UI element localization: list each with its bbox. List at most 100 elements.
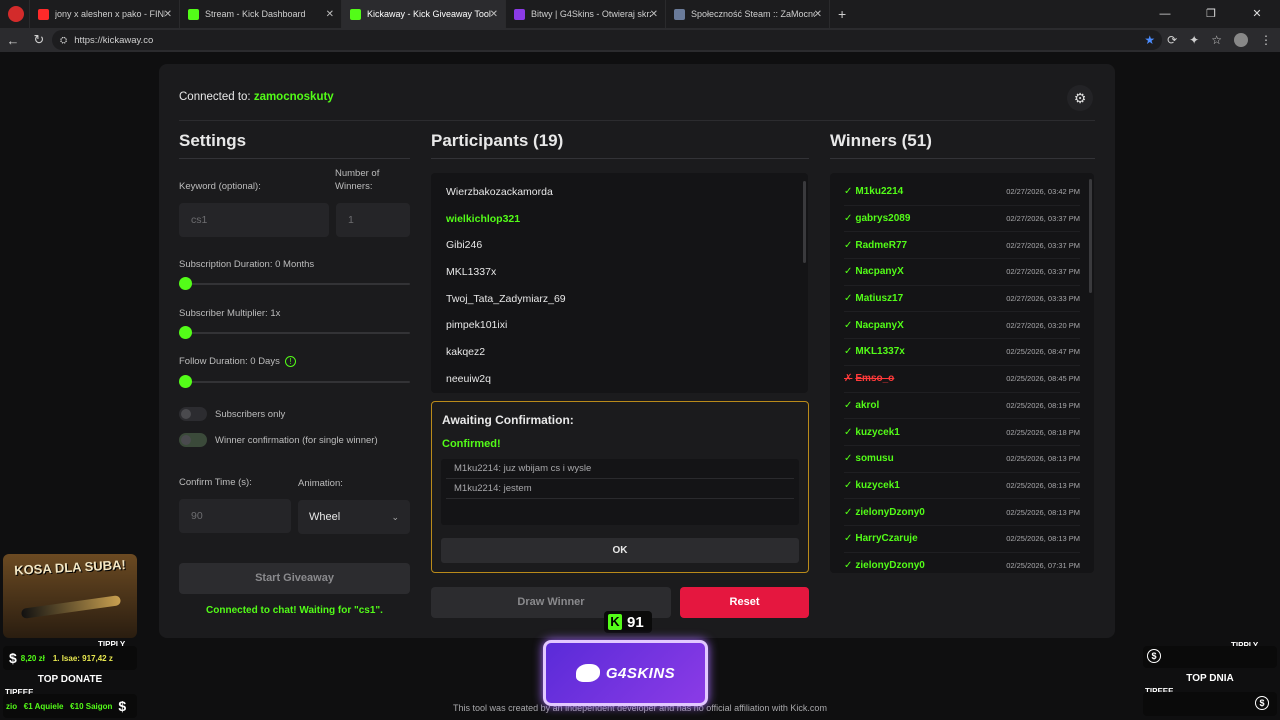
promo-image: KOSA DLA SUBA! [3,554,137,638]
animation-label: Animation: [298,478,343,489]
start-giveaway-button[interactable]: Start Giveaway [179,563,410,594]
settings-divider [179,158,410,159]
info-icon[interactable]: ! [284,355,296,367]
check-icon: ✓ [844,266,853,278]
subscribers-only-toggle[interactable] [179,407,207,421]
winner-name: kuzycek1 [855,479,900,491]
browser-tab[interactable]: Społeczność Steam :: ZaMocnoSk ✕ [666,0,830,28]
winner-name: gabrys2089 [855,213,911,225]
participant-row[interactable]: MKL1337x [431,259,808,286]
participants-list[interactable]: Wierzbakozackamorda wielkichlop321 Gibi246… [431,173,808,393]
winner-name: RadmeR77 [855,239,908,251]
subscribers-only-label: Subscribers only [215,409,286,420]
participant-row[interactable]: Twoj_Tata_Zadymiarz_69 [431,286,808,313]
check-icon: ✓ [844,506,853,518]
gear-icon[interactable]: ⚙ [1067,85,1093,111]
more-menu-icon[interactable]: ⋮ [1260,33,1272,47]
browser-tab[interactable]: Bitwy | G4Skins - Otwieraj skrzynki✕ [506,0,666,28]
participant-row[interactable]: Wierzbakozackamorda [431,179,808,206]
winner-date: 02/25/2026, 07:31 PM [1006,560,1080,570]
participants-title: Participants (19) [431,131,564,150]
connection-status: Connected to: zamocnoskuty [179,91,334,103]
wolf-logo-icon [575,664,600,682]
site-info-icon[interactable]: ⛭ [60,35,67,46]
winner-date: 02/25/2026, 08:13 PM [1006,507,1080,517]
back-icon[interactable]: ← [0,33,26,48]
tab-favicon-icon [514,8,525,20]
participant-row[interactable]: kakqez2 [431,339,808,366]
minimize-button[interactable]: — [1142,0,1188,28]
new-tab-button[interactable]: + [830,0,854,28]
top-donate-title: TOP DONATE [37,674,103,685]
confirmation-status: Confirmed! [442,438,501,450]
bookmark-star-icon[interactable]: ★ [1144,33,1155,47]
check-icon: ✓ [844,293,853,305]
follow-duration-text: Follow Duration: 0 Days [179,356,280,367]
browser-menu-button[interactable] [0,0,30,28]
participants-scrollbar[interactable] [803,181,806,263]
winners-list[interactable]: ✓ M1ku2214 02/27/2026, 03:42 PM ✓ gabrys2089… [830,173,1094,573]
winner-date: 02/25/2026, 08:45 PM [1006,374,1080,384]
close-tab-icon[interactable]: ✕ [814,9,822,20]
sub-multiplier-slider[interactable] [179,326,410,339]
favorites-icon[interactable]: ☆ [1211,33,1222,47]
winner-name: kuzycek1 [855,426,900,438]
promo-caption: KOSA DLA SUBA! [13,557,127,578]
extensions-puzzle-icon[interactable]: ✦ [1189,33,1199,47]
participant-row[interactable]: Gibi246 [431,232,808,259]
participant-row[interactable]: wielkichlop321 [431,206,808,233]
winner-date: 02/25/2026, 08:13 PM [1006,480,1080,490]
extension-icon[interactable]: ⟳ [1167,33,1177,47]
close-window-button[interactable]: ✕ [1234,0,1280,28]
top-day-title: TOP DNIA [1186,673,1234,684]
sub-duration-slider[interactable] [179,277,410,290]
follow-duration-label: Follow Duration: 0 Days! [179,355,296,368]
check-icon: ✓ [844,213,853,225]
ok-button[interactable]: OK [441,538,799,563]
connected-username: zamocnoskuty [253,91,334,103]
toolbar-icons: ★ ⟳ ✦ ☆ ⋮ [1144,28,1272,52]
chat-message: M1ku2214: jestem [446,479,794,499]
follow-duration-slider[interactable] [179,375,410,388]
reload-icon[interactable]: ↻ [26,32,52,48]
browser-tab[interactable]: jony x aleshen x pako - FINEZ ✕ [30,0,180,28]
dollar-icon: $ [118,698,127,714]
winner-name: HarryCzaruje [855,533,918,545]
winner-name: zielonyDzony0 [855,506,925,518]
address-bar-row: ← ↻ ⛭ https://kickaway.co ★ ⟳ ✦ ☆ ⋮ [0,28,1280,52]
winner-date: 02/27/2026, 03:37 PM [1006,240,1080,250]
url-field[interactable]: ⛭ https://kickaway.co [52,30,1162,50]
stream-overlay-left: KOSA DLA SUBA! TIPPLY $ 8,20 zł 1. Isae:… [3,554,137,720]
maximize-button[interactable]: ❐ [1188,0,1234,28]
winners-count-label: Number of Winners: [335,168,380,192]
tab-label: Stream - Kick Dashboard [205,9,306,19]
close-tab-icon[interactable]: ✕ [650,9,658,20]
winner-confirmation-toggle[interactable] [179,433,207,447]
browser-tab[interactable]: Kickaway - Kick Giveaway Tool ✕ [342,0,506,28]
winner-date: 02/25/2026, 08:47 PM [1006,347,1080,357]
participant-row[interactable]: neeuiw2q [431,366,808,393]
animation-select[interactable]: Wheel ⌄ [298,500,410,534]
check-icon: ✓ [844,319,853,331]
winners-count-input[interactable]: 1 [336,203,410,237]
winners-scrollbar[interactable] [1089,179,1092,293]
close-tab-icon[interactable]: ✕ [326,9,334,20]
close-tab-icon[interactable]: ✕ [490,9,498,20]
browser-tab[interactable]: Stream - Kick Dashboard ✕ [180,0,342,28]
participant-row[interactable]: pimpek101ixi [431,312,808,339]
confirm-time-input[interactable]: 90 [179,499,291,533]
header-divider [179,120,1095,121]
winner-name: MKL1337x [855,346,905,358]
slider-knob[interactable] [179,375,192,388]
participants-divider [431,158,809,159]
reset-button[interactable]: Reset [680,587,809,618]
chevron-down-icon: ⌄ [391,512,399,522]
profile-avatar[interactable] [1234,33,1248,47]
url-text: https://kickaway.co [74,34,154,46]
slider-knob[interactable] [179,277,192,290]
slider-knob[interactable] [179,326,192,339]
close-tab-icon[interactable]: ✕ [164,9,172,20]
keyword-input[interactable]: cs1 [179,203,329,237]
winner-row: ✓ HarryCzaruje 02/25/2026, 08:13 PM [844,526,1080,553]
confirm-time-label: Confirm Time (s): [179,477,252,488]
